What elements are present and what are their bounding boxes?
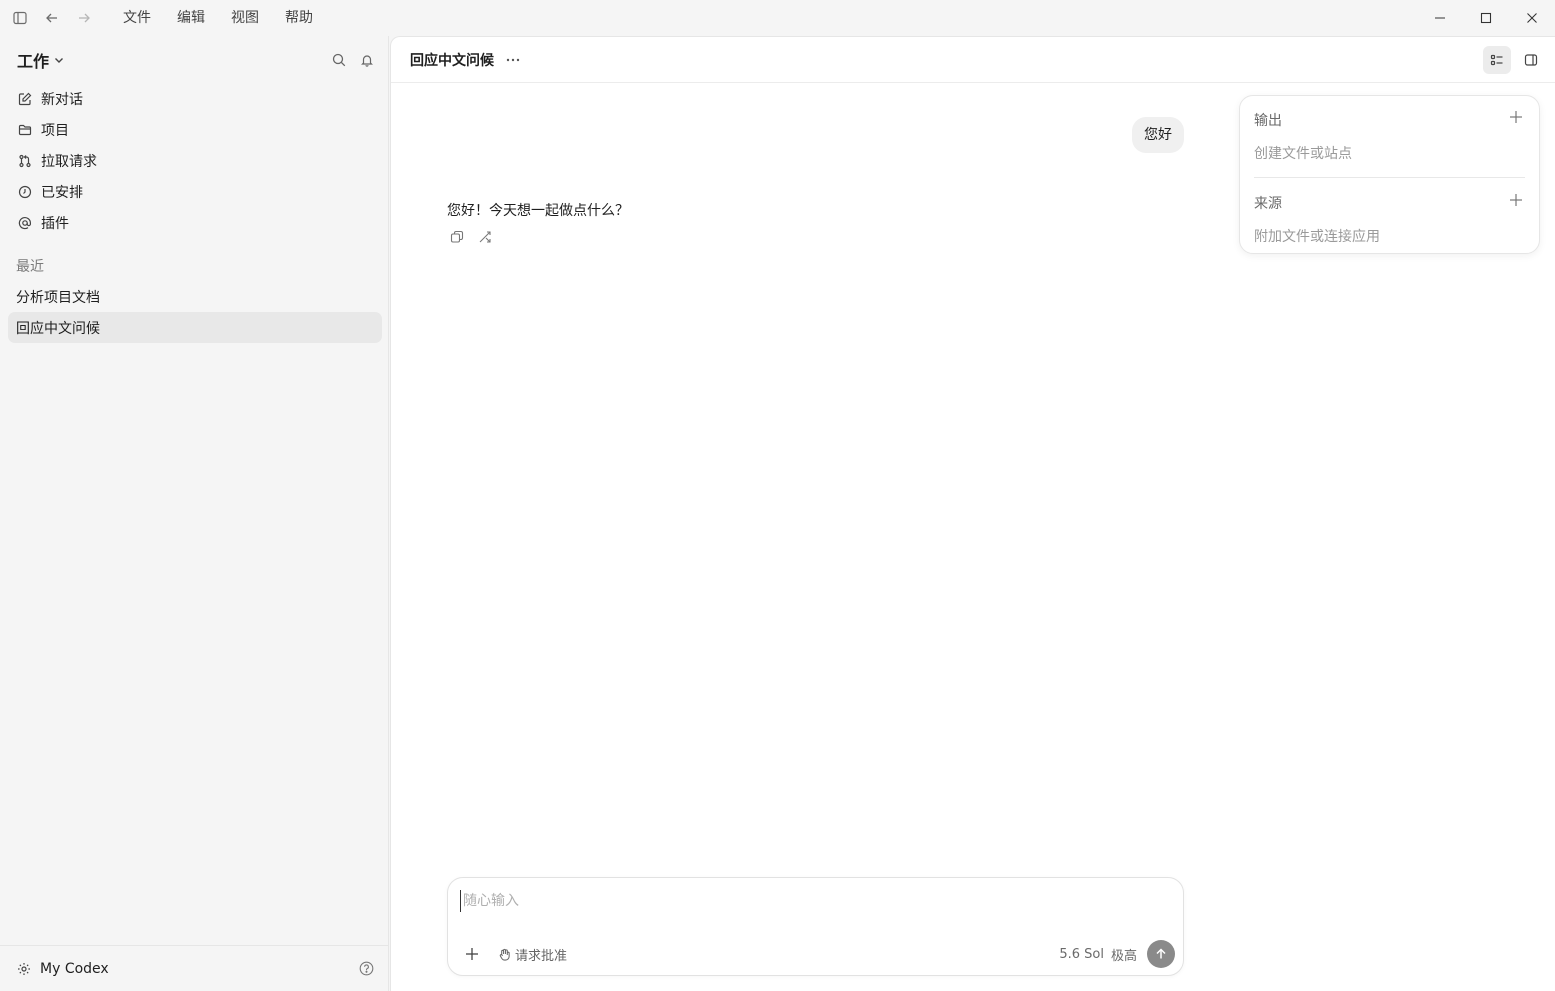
attach-plus-icon[interactable] <box>460 942 484 966</box>
outline-panel-icon[interactable] <box>1483 46 1511 74</box>
sidebar-nav: 新对话 项目 拉取请求 已安排 插件 <box>8 83 382 238</box>
back-arrow-icon[interactable] <box>36 0 68 36</box>
send-button[interactable] <box>1147 940 1175 968</box>
sidebar-item-label: 项目 <box>41 122 69 139</box>
sidebar-item-scheduled[interactable]: 已安排 <box>8 176 382 207</box>
copy-icon[interactable] <box>449 229 465 245</box>
request-approval-label: 请求批准 <box>515 948 568 964</box>
workspace-switcher[interactable]: 工作 <box>17 48 49 72</box>
sidebar: 工作 新对话 项目 拉取请求 已安排 插件 最近 分析项目文档 回应中文问候 M… <box>0 36 389 991</box>
recent-item[interactable]: 分析项目文档 <box>8 281 382 312</box>
at-icon <box>17 215 33 231</box>
maximize-icon[interactable] <box>1463 0 1509 36</box>
user-message-bubble: 您好 <box>1132 117 1184 153</box>
composer-toolbar: 请求批准 5.6 Sol 极高 <box>460 940 1175 968</box>
message-input[interactable] <box>460 890 1160 912</box>
title-bar: 文件 编辑 视图 帮助 <box>0 0 1555 36</box>
output-section: 输出 创建文件或站点 <box>1254 110 1525 163</box>
hand-icon <box>498 948 511 961</box>
output-subtitle[interactable]: 创建文件或站点 <box>1254 143 1525 163</box>
source-section: 来源 附加文件或连接应用 <box>1254 193 1525 246</box>
menu-edit[interactable]: 编辑 <box>164 0 218 36</box>
output-title: 输出 <box>1254 113 1282 129</box>
chevron-down-icon[interactable] <box>53 54 65 66</box>
composer: 请求批准 5.6 Sol 极高 <box>447 877 1184 976</box>
folder-icon <box>17 122 33 138</box>
fork-branch-icon[interactable] <box>477 229 493 245</box>
model-selector[interactable]: 5.6 Sol <box>1059 947 1104 962</box>
sidebar-item-label: 已安排 <box>41 184 83 201</box>
main-panel: 回应中文问候 您好 您好！今天想一起做点什么？ 输出 创建文件或站点 来源 附加… <box>390 36 1555 991</box>
panel-divider <box>1254 177 1525 178</box>
window-controls <box>1417 0 1555 36</box>
sidebar-item-projects[interactable]: 项目 <box>8 114 382 145</box>
clock-icon <box>17 184 33 200</box>
help-icon[interactable] <box>359 961 374 976</box>
app-window: 文件 编辑 视图 帮助 工作 新对话 项目 拉取请求 已安排 插件 最近 分析项… <box>0 0 1555 991</box>
recent-item-active[interactable]: 回应中文问候 <box>8 312 382 343</box>
sidebar-item-pull-requests[interactable]: 拉取请求 <box>8 145 382 176</box>
recent-list: 分析项目文档 回应中文问候 <box>8 281 382 343</box>
source-title: 来源 <box>1254 196 1282 212</box>
pull-request-icon <box>17 153 33 169</box>
conversation-title: 回应中文问候 <box>410 52 494 69</box>
forward-arrow-icon[interactable] <box>68 0 100 36</box>
assistant-message: 您好！今天想一起做点什么？ <box>447 203 629 219</box>
workspace-row: 工作 <box>17 46 376 74</box>
settings-gear-icon[interactable] <box>17 962 31 976</box>
menu-bar: 文件 编辑 视图 帮助 <box>110 0 326 36</box>
bell-icon[interactable] <box>358 51 376 69</box>
menu-help[interactable]: 帮助 <box>272 0 326 36</box>
minimize-icon[interactable] <box>1417 0 1463 36</box>
search-icon[interactable] <box>330 51 348 69</box>
conversation-header: 回应中文问候 <box>391 37 1555 83</box>
sidebar-toggle-icon[interactable] <box>4 0 36 36</box>
sidebar-item-label: 拉取请求 <box>41 153 97 170</box>
sidebar-footer: My Codex <box>0 945 389 991</box>
recent-section-label: 最近 <box>16 259 44 275</box>
more-options-icon[interactable] <box>506 58 520 62</box>
edit-icon <box>17 91 33 107</box>
close-icon[interactable] <box>1509 0 1555 36</box>
add-source-plus-icon[interactable] <box>1509 193 1523 207</box>
message-actions <box>449 229 493 245</box>
menu-file[interactable]: 文件 <box>110 0 164 36</box>
sidebar-item-plugins[interactable]: 插件 <box>8 207 382 238</box>
account-label[interactable]: My Codex <box>40 961 109 977</box>
sidebar-item-new-chat[interactable]: 新对话 <box>8 83 382 114</box>
add-output-plus-icon[interactable] <box>1509 110 1523 124</box>
request-approval-toggle[interactable]: 请求批准 <box>498 945 567 964</box>
source-subtitle[interactable]: 附加文件或连接应用 <box>1254 226 1525 246</box>
side-panel-toggle-icon[interactable] <box>1517 46 1545 74</box>
reasoning-level-selector[interactable]: 极高 <box>1111 945 1137 964</box>
menu-view[interactable]: 视图 <box>218 0 272 36</box>
sidebar-item-label: 新对话 <box>41 91 83 108</box>
sidebar-item-label: 插件 <box>41 215 69 232</box>
context-panel: 输出 创建文件或站点 来源 附加文件或连接应用 <box>1239 95 1540 254</box>
